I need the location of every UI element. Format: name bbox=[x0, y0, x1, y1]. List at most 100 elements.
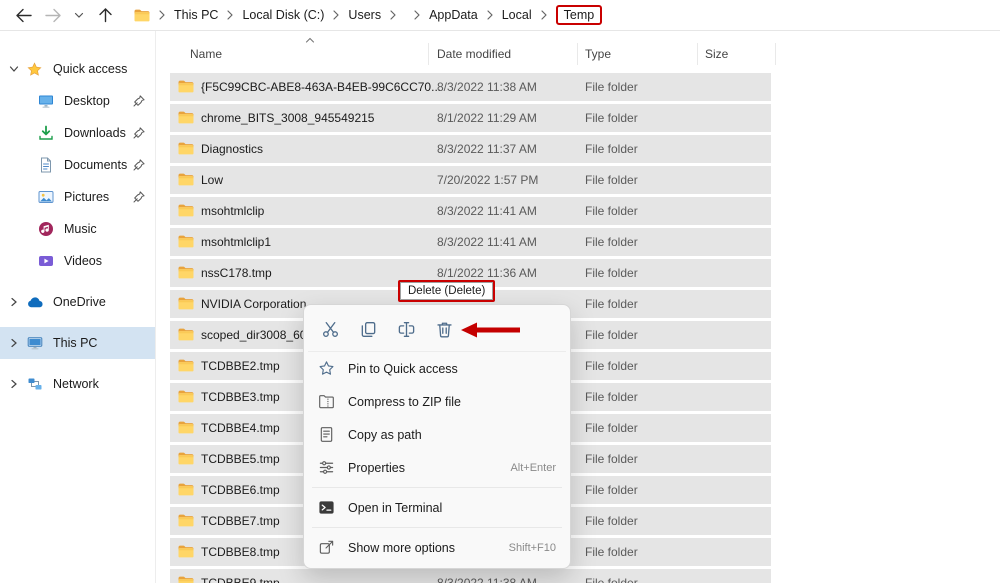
chevron-down-icon bbox=[8, 63, 22, 75]
sort-ascending-icon bbox=[305, 37, 315, 43]
file-name: TCDBBE7.tmp bbox=[201, 514, 280, 528]
sidebar-item-label: Documents bbox=[64, 158, 127, 172]
menu-item-compress-to-zip[interactable]: Compress to ZIP file bbox=[308, 385, 566, 418]
breadcrumb-item[interactable]: Users bbox=[345, 6, 384, 24]
menu-item-show-more-options[interactable]: Show more optionsShift+F10 bbox=[308, 531, 566, 564]
sidebar-item-pictures[interactable]: Pictures bbox=[0, 181, 155, 213]
network-icon bbox=[27, 376, 45, 392]
column-header-date-modified[interactable]: Date modified bbox=[437, 47, 511, 61]
folder-icon bbox=[178, 390, 194, 403]
folder-icon bbox=[178, 421, 194, 434]
file-name: msohtmlclip bbox=[201, 204, 264, 218]
file-name: scoped_dir3008_608 bbox=[201, 328, 313, 342]
chevron-right-icon bbox=[8, 296, 22, 308]
folder-icon bbox=[178, 235, 194, 248]
sidebar-item-documents[interactable]: Documents bbox=[0, 149, 155, 181]
breadcrumb-item[interactable]: Local bbox=[499, 6, 535, 24]
rename-button[interactable] bbox=[392, 315, 420, 343]
sidebar-item-label: Videos bbox=[64, 254, 102, 268]
folder-icon bbox=[178, 576, 194, 583]
file-row[interactable]: msohtmlclip8/3/2022 11:41 AMFile folder bbox=[170, 197, 771, 225]
properties-icon bbox=[318, 459, 336, 476]
file-name: msohtmlclip1 bbox=[201, 235, 271, 249]
copy-button[interactable] bbox=[354, 315, 382, 343]
file-row[interactable]: TCDBBE9.tmp8/3/2022 11:38 AMFile folder bbox=[170, 569, 771, 583]
column-header-size[interactable]: Size bbox=[705, 47, 728, 61]
pin-icon bbox=[133, 95, 145, 107]
breadcrumb-item[interactable]: Temp bbox=[556, 5, 603, 25]
file-type: File folder bbox=[585, 421, 638, 435]
menu-item-label: Properties bbox=[348, 461, 405, 475]
file-name: TCDBBE3.tmp bbox=[201, 390, 280, 404]
file-row[interactable]: chrome_BITS_3008_9455492158/1/2022 11:29… bbox=[170, 104, 771, 132]
sidebar-item-quick-access[interactable]: Quick access bbox=[0, 53, 155, 85]
menu-item-copy-as-path[interactable]: Copy as path bbox=[308, 418, 566, 451]
column-header-type[interactable]: Type bbox=[585, 47, 611, 61]
file-name: Diagnostics bbox=[201, 142, 263, 156]
documents-icon bbox=[38, 157, 56, 173]
cut-button[interactable] bbox=[316, 315, 344, 343]
breadcrumb-item[interactable]: AppData bbox=[426, 6, 481, 24]
breadcrumb-items: This PC Local Disk (C:) Users AppData Local T… bbox=[153, 5, 602, 25]
folder-icon bbox=[178, 173, 194, 186]
pin-icon bbox=[133, 127, 145, 139]
folder-icon bbox=[178, 328, 194, 341]
sidebar-item-videos[interactable]: Videos bbox=[0, 245, 155, 277]
breadcrumb-item[interactable]: Local Disk (C:) bbox=[239, 6, 327, 24]
menu-item-pin-to-quick-access[interactable]: Pin to Quick access bbox=[308, 352, 566, 385]
desktop-icon bbox=[38, 93, 56, 109]
up-button[interactable] bbox=[90, 1, 120, 29]
file-row[interactable]: Diagnostics8/3/2022 11:37 AMFile folder bbox=[170, 135, 771, 163]
menu-item-open-in-terminal[interactable]: Open in Terminal bbox=[308, 491, 566, 524]
sidebar-item-network[interactable]: Network bbox=[0, 368, 155, 400]
sidebar-item-downloads[interactable]: Downloads bbox=[0, 117, 155, 149]
folder-icon bbox=[178, 80, 194, 93]
back-button[interactable] bbox=[8, 1, 38, 29]
column-separator bbox=[428, 43, 429, 65]
forward-icon bbox=[45, 8, 62, 23]
folder-icon bbox=[178, 452, 194, 465]
chevron-down-icon bbox=[74, 12, 84, 19]
file-row[interactable]: msohtmlclip18/3/2022 11:41 AMFile folder bbox=[170, 228, 771, 256]
sidebar-item-music[interactable]: Music bbox=[0, 213, 155, 245]
annotation-arrow-icon bbox=[458, 320, 524, 340]
file-type: File folder bbox=[585, 359, 638, 373]
file-row[interactable]: {F5C99CBC-ABE8-463A-B4EB-99C6CC70...8/3/… bbox=[170, 73, 771, 101]
sidebar: Quick access Desktop Downloads Documents Pic… bbox=[0, 31, 156, 583]
file-row[interactable]: Low7/20/2022 1:57 PMFile folder bbox=[170, 166, 771, 194]
file-type: File folder bbox=[585, 204, 638, 218]
sidebar-item-this-pc[interactable]: This PC bbox=[0, 327, 155, 359]
delete-icon bbox=[435, 320, 454, 339]
file-type: File folder bbox=[585, 297, 638, 311]
folder-icon bbox=[178, 297, 194, 310]
sidebar-item-desktop[interactable]: Desktop bbox=[0, 85, 155, 117]
context-menu: Pin to Quick accessCompress to ZIP fileC… bbox=[303, 304, 571, 569]
toolbar: This PC Local Disk (C:) Users AppData Local T… bbox=[0, 0, 1000, 31]
menu-item-label: Show more options bbox=[348, 541, 455, 555]
column-header-name[interactable]: Name bbox=[190, 47, 222, 61]
sidebar-item-label: Desktop bbox=[64, 94, 110, 108]
recent-locations-button[interactable] bbox=[68, 1, 90, 29]
file-type: File folder bbox=[585, 80, 638, 94]
star-icon bbox=[27, 62, 45, 77]
file-type: File folder bbox=[585, 173, 638, 187]
breadcrumb-chevron-icon bbox=[384, 10, 402, 20]
file-name: TCDBBE5.tmp bbox=[201, 452, 280, 466]
breadcrumb[interactable]: This PC Local Disk (C:) Users AppData Local T… bbox=[134, 5, 602, 25]
pictures-icon bbox=[38, 189, 56, 205]
sidebar-item-onedrive[interactable]: OneDrive bbox=[0, 286, 155, 318]
file-date: 8/1/2022 11:29 AM bbox=[437, 111, 537, 125]
delete-button[interactable] bbox=[430, 315, 458, 343]
chevron-right-icon bbox=[8, 378, 22, 390]
forward-button[interactable] bbox=[38, 1, 68, 29]
onedrive-icon bbox=[27, 296, 45, 308]
file-type: File folder bbox=[585, 483, 638, 497]
folder-icon bbox=[178, 204, 194, 217]
file-name: TCDBBE2.tmp bbox=[201, 359, 280, 373]
folder-icon bbox=[178, 266, 194, 279]
file-type: File folder bbox=[585, 266, 638, 280]
breadcrumb-item[interactable]: This PC bbox=[171, 6, 221, 24]
file-date: 8/3/2022 11:38 AM bbox=[437, 80, 537, 94]
file-pane: Name Date modified Type Size {F5C99CBC-A… bbox=[156, 31, 1000, 583]
menu-item-properties[interactable]: PropertiesAlt+Enter bbox=[308, 451, 566, 484]
